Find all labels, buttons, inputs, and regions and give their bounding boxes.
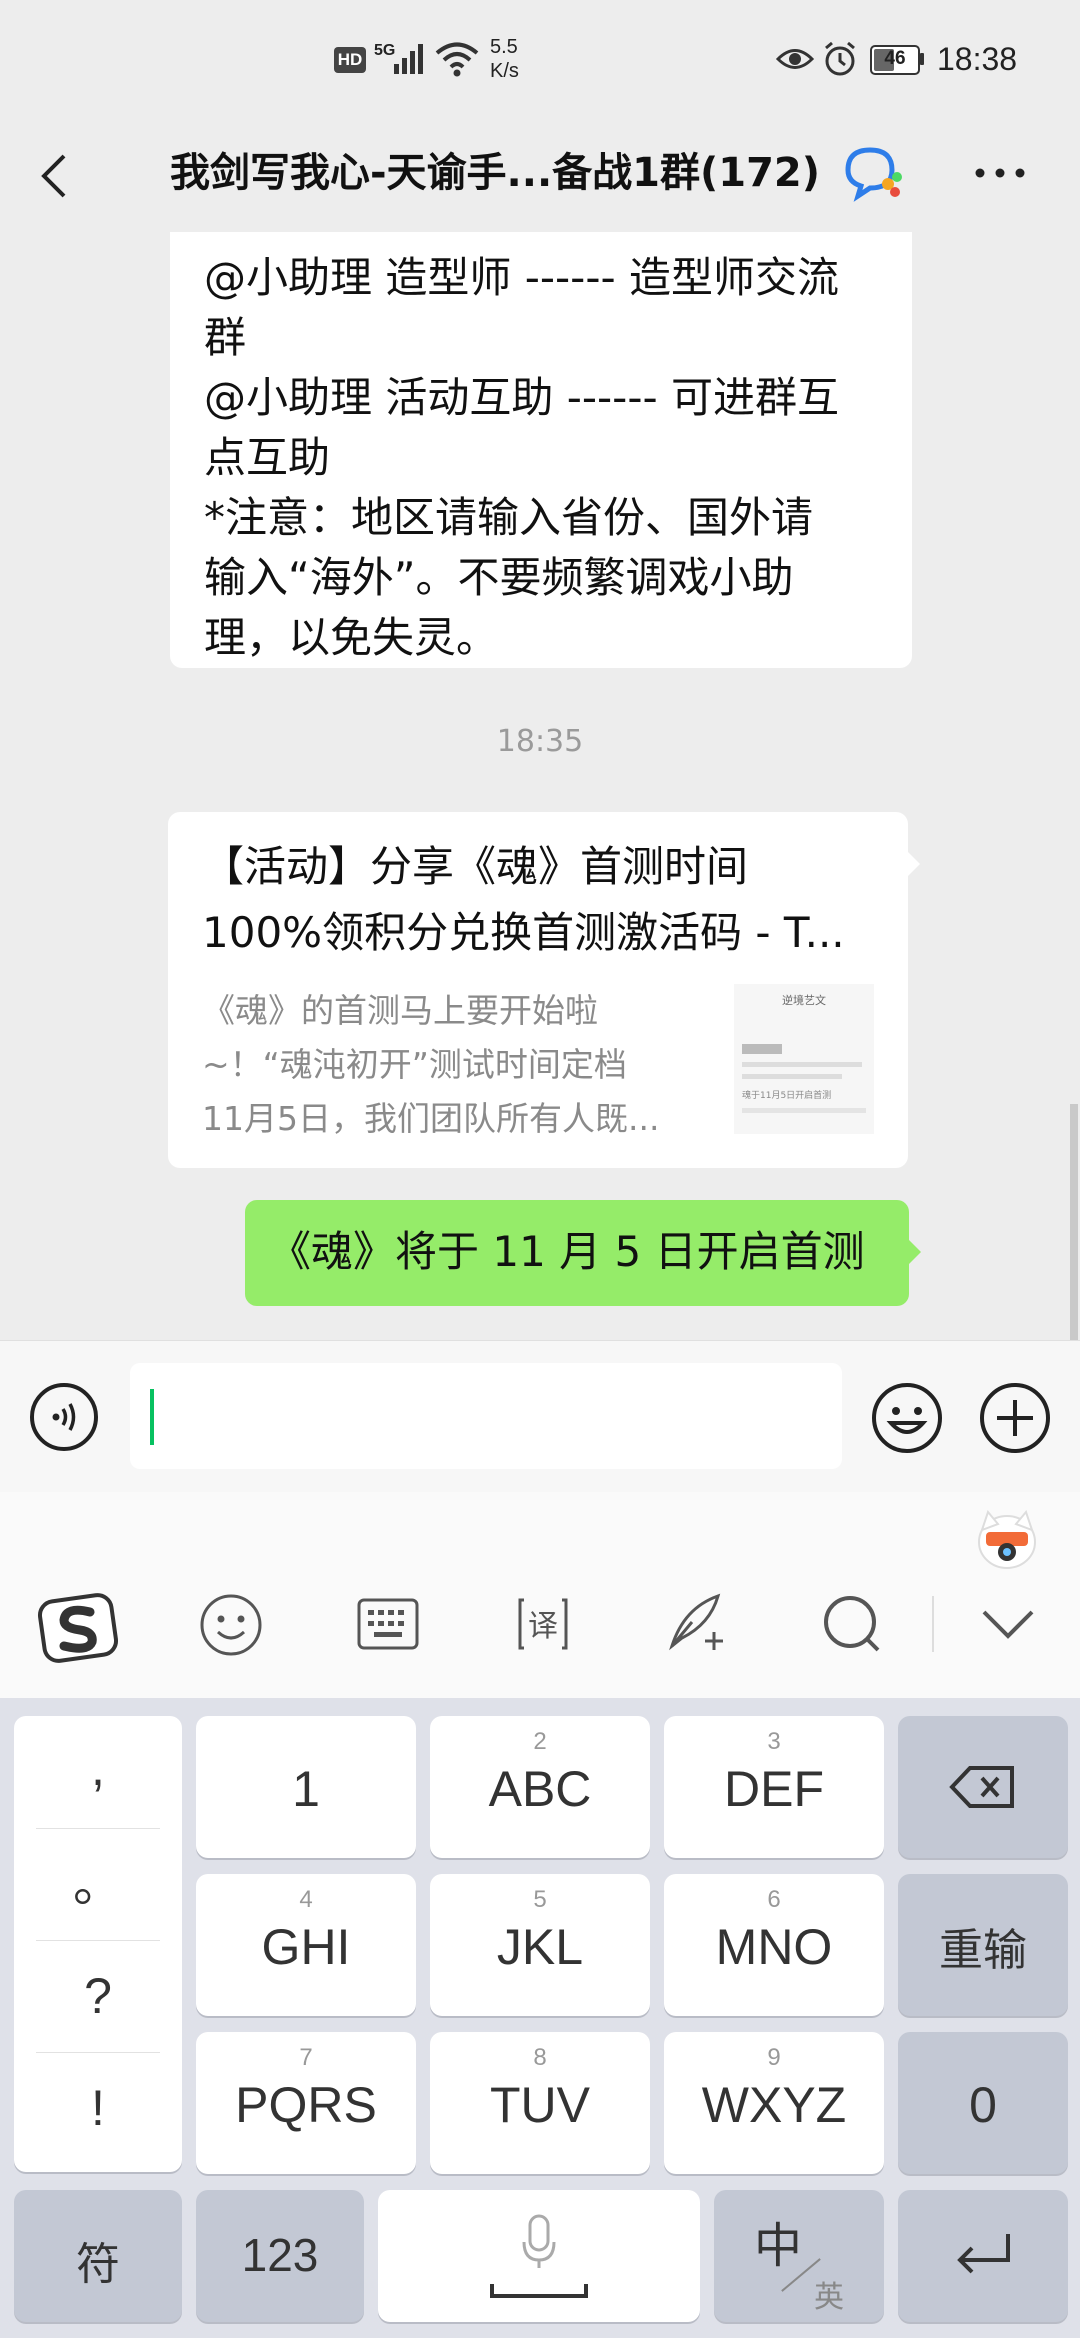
- message-line: @小助理 造型师 ------ 造型师交流: [204, 253, 839, 302]
- key-label: 1: [292, 1761, 320, 1817]
- ime-toolbar: 译: [0, 1492, 1080, 1698]
- smile-icon[interactable]: [198, 1592, 264, 1658]
- key-label: ABC: [488, 1761, 592, 1817]
- key-3-def[interactable]: 3 DEF: [664, 1716, 884, 1858]
- voice-icon[interactable]: [28, 1381, 100, 1453]
- enter-icon: [957, 2234, 1010, 2274]
- key-8-tuv[interactable]: 8 TUV: [430, 2032, 650, 2174]
- chat-history[interactable]: @小助理 造型师 ------ 造型师交流 群 @小助理 活动互助 ------…: [0, 232, 1080, 1340]
- punct-key-comma[interactable]: ,: [14, 1728, 182, 1828]
- link-card-desc: 《魂》的首测马上要开始啦: [202, 991, 598, 1030]
- link-card-thumbnail: 逆境艺文 魂于11月5日开启首测: [734, 984, 874, 1134]
- svg-text:译: 译: [528, 1609, 558, 1644]
- enter-key[interactable]: [898, 2190, 1068, 2322]
- key-2-abc[interactable]: 2 ABC: [430, 1716, 650, 1858]
- message-input-bar: [0, 1340, 1080, 1493]
- text-cursor: [150, 1389, 154, 1445]
- space-key[interactable]: [378, 2190, 700, 2322]
- link-card-message[interactable]: 【活动】分享《魂》首测时间 100%领积分兑换首测激活码 - T... 《魂》的…: [168, 812, 920, 1168]
- search-icon[interactable]: [820, 1592, 886, 1658]
- key-label: 重输: [939, 1926, 1027, 1975]
- status-bar: HD 5G 5.5 K/s 46 18:38: [0, 0, 1080, 120]
- message-input[interactable]: [130, 1363, 842, 1469]
- key-label: TUV: [490, 2077, 590, 2133]
- key-0[interactable]: 0: [898, 2032, 1068, 2174]
- key-5-jkl[interactable]: 5 JKL: [430, 1874, 650, 2016]
- sogou-logo-icon[interactable]: [36, 1584, 120, 1668]
- link-card-desc: ~！“魂沌初开”测试时间定档: [202, 1045, 627, 1084]
- t9-keyboard: , 。 ? ! 1 2 ABC 3 DEF 4 GHI 5 JKL 6 MNO: [0, 1698, 1080, 2338]
- key-label: DEF: [724, 1761, 824, 1817]
- battery-icon: 46: [870, 45, 920, 75]
- key-label: 123: [241, 2229, 319, 2281]
- sent-message-text: 《魂》将于 11 月 5 日开启首测: [269, 1227, 865, 1276]
- more-icon[interactable]: [970, 158, 1030, 188]
- translate-icon[interactable]: 译: [510, 1590, 576, 1658]
- key-1[interactable]: 1: [196, 1716, 416, 1858]
- plus-icon[interactable]: [978, 1381, 1052, 1455]
- handwrite-icon[interactable]: [662, 1588, 732, 1658]
- hd-badge: HD: [334, 47, 366, 73]
- lang-en: 英: [814, 2281, 844, 2314]
- backspace-key[interactable]: [898, 1716, 1068, 1858]
- battery-level: 46: [884, 48, 906, 69]
- key-label: JKL: [496, 1919, 584, 1975]
- key-label: WXYZ: [701, 2077, 847, 2133]
- net-speed-value: 5.5: [490, 36, 518, 58]
- key-label: 0: [969, 2077, 997, 2133]
- space-bar-icon: [490, 2284, 588, 2298]
- message-line: *注意：地区请输入省份、国外请: [204, 493, 814, 542]
- symbol-key[interactable]: 符: [14, 2190, 182, 2322]
- chat-title-bar: 我剑写我心-天谕手...备战1群(172): [0, 120, 1080, 233]
- key-label: PQRS: [235, 2077, 377, 2133]
- key-6-mno[interactable]: 6 MNO: [664, 1874, 884, 2016]
- key-4-ghi[interactable]: 4 GHI: [196, 1874, 416, 2016]
- key-label: GHI: [261, 1919, 351, 1975]
- collapse-chevron-icon[interactable]: [978, 1602, 1038, 1646]
- language-switch-key[interactable]: 中 英: [714, 2190, 884, 2322]
- key-label: MNO: [715, 1919, 833, 1975]
- message-line: @小助理 活动互助 ------ 可进群互: [204, 373, 839, 422]
- clock: 18:38: [937, 41, 1018, 77]
- chat-scrollbar[interactable]: [1070, 1104, 1078, 1340]
- alarm-icon: [825, 41, 855, 76]
- message-line: 理，以免失灵。: [204, 613, 499, 662]
- message-line: 输入“海外”。不要频繁调戏小助: [204, 553, 794, 602]
- chat-title: 我剑写我心-天谕手...备战1群(172): [169, 150, 821, 196]
- link-card-title: 【活动】分享《魂》首测时间: [202, 842, 749, 891]
- text-message-bubble[interactable]: @小助理 造型师 ------ 造型师交流 群 @小助理 活动互助 ------…: [170, 232, 912, 668]
- eye-icon: [776, 49, 814, 69]
- sent-message-bubble[interactable]: 《魂》将于 11 月 5 日开启首测: [245, 1200, 921, 1306]
- keyboard-icon[interactable]: [356, 1594, 420, 1654]
- punct-key-period[interactable]: 。: [14, 1834, 182, 1934]
- link-card-desc: 11月5日，我们团队所有人既...: [202, 1099, 660, 1138]
- mascot-icon[interactable]: [972, 1504, 1042, 1574]
- retype-key[interactable]: 重输: [898, 1874, 1068, 2016]
- key-9-wxyz[interactable]: 9 WXYZ: [664, 2032, 884, 2174]
- key-label: 符: [76, 2240, 120, 2289]
- punct-key-exclaim[interactable]: !: [14, 2058, 182, 2158]
- back-arrow-icon[interactable]: [30, 146, 80, 206]
- key-7-pqrs[interactable]: 7 PQRS: [196, 2032, 416, 2174]
- thumbnail-caption: 魂于11月5日开启首测: [742, 1091, 832, 1101]
- punctuation-column: , 。 ? !: [14, 1716, 182, 2172]
- lang-zh: 中: [754, 2220, 803, 2273]
- wifi-icon: [435, 42, 479, 77]
- time-divider: 18:35: [496, 724, 584, 759]
- message-line: 群: [204, 313, 247, 362]
- backspace-icon: [949, 1766, 1014, 1808]
- chat-bubbles-icon[interactable]: [838, 142, 904, 202]
- signal-icon: [394, 44, 423, 74]
- punct-key-question[interactable]: ?: [14, 1946, 182, 2046]
- link-card-title: 100%领积分兑换首测激活码 - T...: [202, 908, 845, 957]
- net-speed-unit: K/s: [490, 60, 519, 82]
- message-line: 点互助: [204, 433, 331, 482]
- emoji-icon[interactable]: [870, 1381, 944, 1455]
- thumbnail-title: 逆境艺文: [782, 994, 826, 1007]
- number-mode-key[interactable]: 123: [196, 2190, 364, 2322]
